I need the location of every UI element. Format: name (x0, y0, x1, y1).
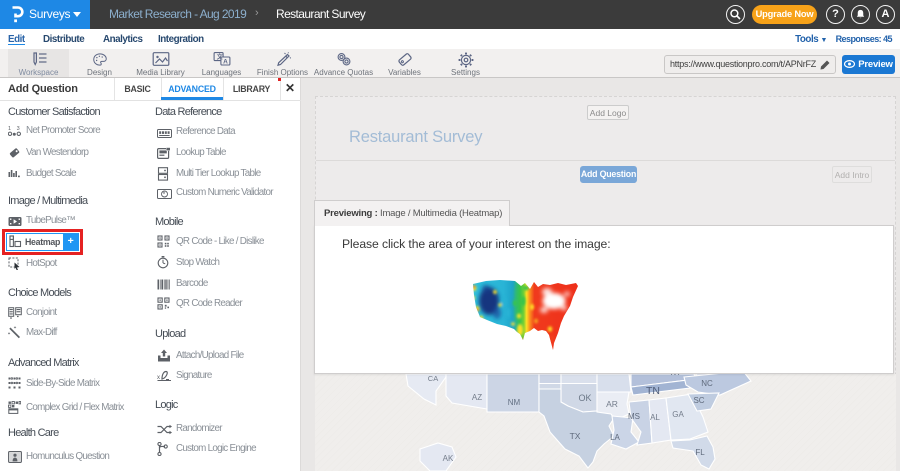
svg-text:KY: KY (671, 374, 682, 377)
svg-text:AL: AL (650, 413, 660, 422)
svg-text:TN: TN (646, 385, 660, 397)
svg-text:MS: MS (628, 412, 640, 421)
svg-text:NM: NM (508, 398, 521, 407)
svg-text:1: 1 (8, 126, 11, 132)
svg-text:OK: OK (578, 393, 591, 403)
svg-text:AR: AR (606, 399, 618, 409)
svg-text:NC: NC (701, 379, 713, 388)
svg-text:SC: SC (693, 396, 704, 405)
svg-text:3: 3 (17, 126, 20, 132)
svg-text:TX: TX (570, 431, 581, 441)
svg-text:CA: CA (428, 374, 438, 383)
svg-text:AZ: AZ (472, 393, 482, 402)
svg-text:*: * (163, 191, 166, 198)
svg-text:A: A (223, 59, 228, 66)
svg-text:GA: GA (672, 410, 684, 419)
svg-text:FL: FL (695, 448, 705, 457)
svg-text:AK: AK (443, 454, 454, 463)
svg-text:LA: LA (610, 433, 620, 442)
